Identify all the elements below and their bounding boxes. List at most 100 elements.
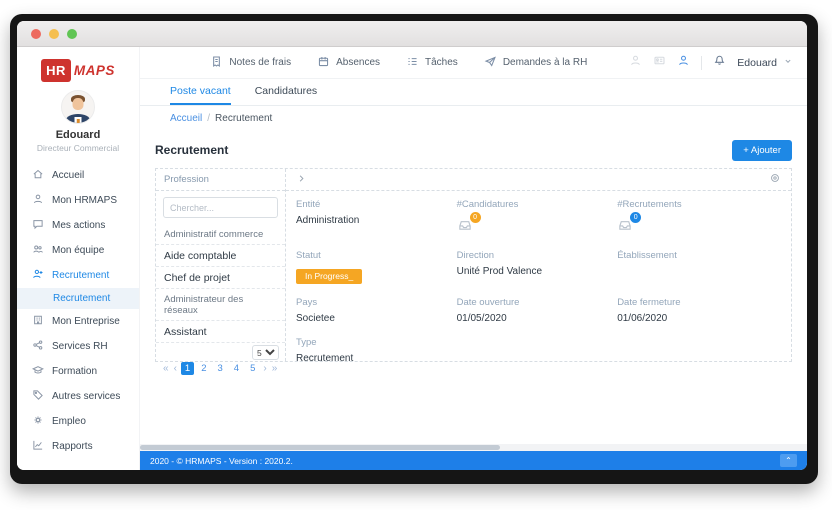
list-item[interactable]: Chef de projet xyxy=(156,267,285,289)
paper-plane-icon xyxy=(484,55,497,71)
page-number[interactable]: 4 xyxy=(230,362,243,375)
recruitment-grid: Profession Administratif commerce Aide c… xyxy=(155,168,792,375)
window-titlebar xyxy=(17,21,807,47)
detail-panel: Entité Administration #Candidatures 0 #R… xyxy=(286,169,791,364)
sidebar-item-accueil[interactable]: Accueil xyxy=(17,163,139,188)
pagination: 5 « ‹ 1 2 3 4 5 › » xyxy=(156,343,285,379)
gear-icon xyxy=(32,414,44,429)
building-icon xyxy=(32,314,44,329)
field-date-fermeture: Date fermeture 01/06/2020 xyxy=(617,297,681,324)
add-button[interactable]: + Ajouter xyxy=(732,139,792,161)
minimize-window-button[interactable] xyxy=(49,28,59,39)
field-candidatures: #Candidatures 0 xyxy=(457,199,618,237)
user-role: Directeur Commercial xyxy=(36,143,120,153)
page-number[interactable]: 3 xyxy=(214,362,227,375)
recruit-icon xyxy=(32,268,44,283)
footer-text: 2020 - © HRMAPS - Version : 2020.2. xyxy=(150,455,293,466)
candidatures-tray-icon[interactable]: 0 xyxy=(457,212,481,233)
content-area: Recrutement + Ajouter Profession Adminis… xyxy=(140,130,807,444)
sidebar-item-mon-entreprise[interactable]: Mon Entreprise xyxy=(17,309,139,334)
tab-poste-vacant[interactable]: Poste vacant xyxy=(170,85,231,105)
home-icon xyxy=(32,168,44,183)
sidebar-item-formation[interactable]: Formation xyxy=(17,359,139,384)
collapse-chevron-icon[interactable] xyxy=(296,171,307,189)
field-direction: Direction Unité Prod Valence xyxy=(456,250,543,277)
profile-icon[interactable] xyxy=(677,54,690,72)
page-number[interactable]: 5 xyxy=(246,362,259,375)
sidebar-item-mes-actions[interactable]: Mes actions xyxy=(17,213,139,238)
user-menu[interactable]: Edouard xyxy=(737,56,793,69)
tasks-icon xyxy=(406,55,419,71)
recrutements-tray-icon[interactable]: 0 xyxy=(617,212,642,233)
chart-icon xyxy=(32,439,44,454)
field-entite: Entité Administration xyxy=(296,199,360,226)
prev-page-button[interactable]: ‹ xyxy=(173,363,178,374)
profession-panel: Profession Administratif commerce Aide c… xyxy=(156,169,286,375)
logo-hr-mark: HR xyxy=(41,59,71,82)
first-page-button[interactable]: « xyxy=(162,363,170,374)
nav-taches[interactable]: Tâches xyxy=(406,55,458,71)
hrmaps-logo: HR MAPS xyxy=(41,59,115,82)
field-recrutements: #Recrutements 0 xyxy=(617,199,781,237)
breadcrumb-current: Recrutement xyxy=(215,112,273,124)
list-item[interactable]: Assistant xyxy=(156,321,285,343)
detail-fields: Entité Administration #Candidatures 0 #R… xyxy=(286,191,791,364)
sidebar-subitem-recrutement[interactable]: Recrutement xyxy=(17,288,139,309)
zoom-window-button[interactable] xyxy=(67,28,77,39)
page-number[interactable]: 1 xyxy=(180,362,195,375)
chevron-down-icon xyxy=(783,56,793,69)
sidebar-item-services-rh[interactable]: Services RH xyxy=(17,334,139,359)
close-window-button[interactable] xyxy=(31,28,41,39)
last-page-button[interactable]: » xyxy=(271,363,279,374)
field-date-ouverture: Date ouverture 01/05/2020 xyxy=(456,297,520,324)
sidebar: HR MAPS Edouard Directeur Commercial Acc… xyxy=(17,47,139,470)
profession-column-header: Profession xyxy=(156,169,285,191)
top-navbar: Notes de frais Absences Tâches Demandes … xyxy=(140,47,807,79)
horizontal-scrollbar[interactable] xyxy=(140,444,807,451)
search-input[interactable] xyxy=(163,197,278,218)
graduation-icon xyxy=(31,364,45,379)
sidebar-item-empleo[interactable]: Empleo xyxy=(17,409,139,434)
breadcrumb: Accueil / Recrutement xyxy=(170,112,273,124)
logo-maps-text: MAPS xyxy=(73,63,115,78)
sidebar-item-autres-services[interactable]: Autres services xyxy=(17,384,139,409)
field-etablissement: Établissement xyxy=(617,250,677,261)
sidebar-item-mon-equipe[interactable]: Mon équipe xyxy=(17,238,139,263)
calendar-icon xyxy=(317,55,330,71)
footer-bar: 2020 - © HRMAPS - Version : 2020.2. ⌃ xyxy=(140,451,807,470)
nav-absences[interactable]: Absences xyxy=(317,55,380,71)
recrutements-count-badge: 0 xyxy=(630,212,642,223)
page-size-select[interactable]: 5 xyxy=(252,345,279,360)
field-pays: Pays Societee xyxy=(296,297,335,324)
candidatures-count-badge: 0 xyxy=(469,212,481,223)
id-card-faded-icon[interactable] xyxy=(653,54,666,72)
sidebar-item-mon-hrmaps[interactable]: Mon HRMAPS xyxy=(17,188,139,213)
bell-icon[interactable] xyxy=(713,54,726,72)
settings-gear-icon[interactable] xyxy=(769,171,781,189)
status-badge: In Progress_ xyxy=(296,268,363,284)
breadcrumb-home[interactable]: Accueil xyxy=(170,113,202,124)
scroll-to-top-button[interactable]: ⌃ xyxy=(780,454,797,467)
divider xyxy=(701,55,703,70)
receipt-icon xyxy=(210,55,223,71)
sidebar-item-recrutement[interactable]: Recrutement xyxy=(17,263,139,288)
nav-notes-de-frais[interactable]: Notes de frais xyxy=(210,55,291,71)
list-item[interactable]: Aide comptable xyxy=(156,245,285,267)
sidebar-nav: Accueil Mon HRMAPS Mes actions Mon équip… xyxy=(17,163,139,459)
team-icon xyxy=(32,243,44,258)
app-window: HR MAPS Edouard Directeur Commercial Acc… xyxy=(10,14,818,484)
list-item[interactable]: Administrateur des réseaux xyxy=(156,289,285,321)
user-avatar xyxy=(61,90,95,124)
next-page-button[interactable]: › xyxy=(262,363,267,374)
user-faded-icon[interactable] xyxy=(629,54,642,72)
list-item[interactable]: Administratif commerce xyxy=(156,224,285,245)
scrollbar-thumb[interactable] xyxy=(140,445,501,450)
page-title: Recrutement xyxy=(155,143,229,157)
page-number[interactable]: 2 xyxy=(197,362,210,375)
nav-demandes-rh[interactable]: Demandes à la RH xyxy=(484,55,587,71)
profession-list: Administratif commerce Aide comptable Ch… xyxy=(156,224,285,343)
sidebar-item-rapports[interactable]: Rapports xyxy=(17,434,139,459)
chat-icon xyxy=(32,218,44,233)
tab-candidatures[interactable]: Candidatures xyxy=(255,85,317,105)
tag-icon xyxy=(32,389,44,404)
